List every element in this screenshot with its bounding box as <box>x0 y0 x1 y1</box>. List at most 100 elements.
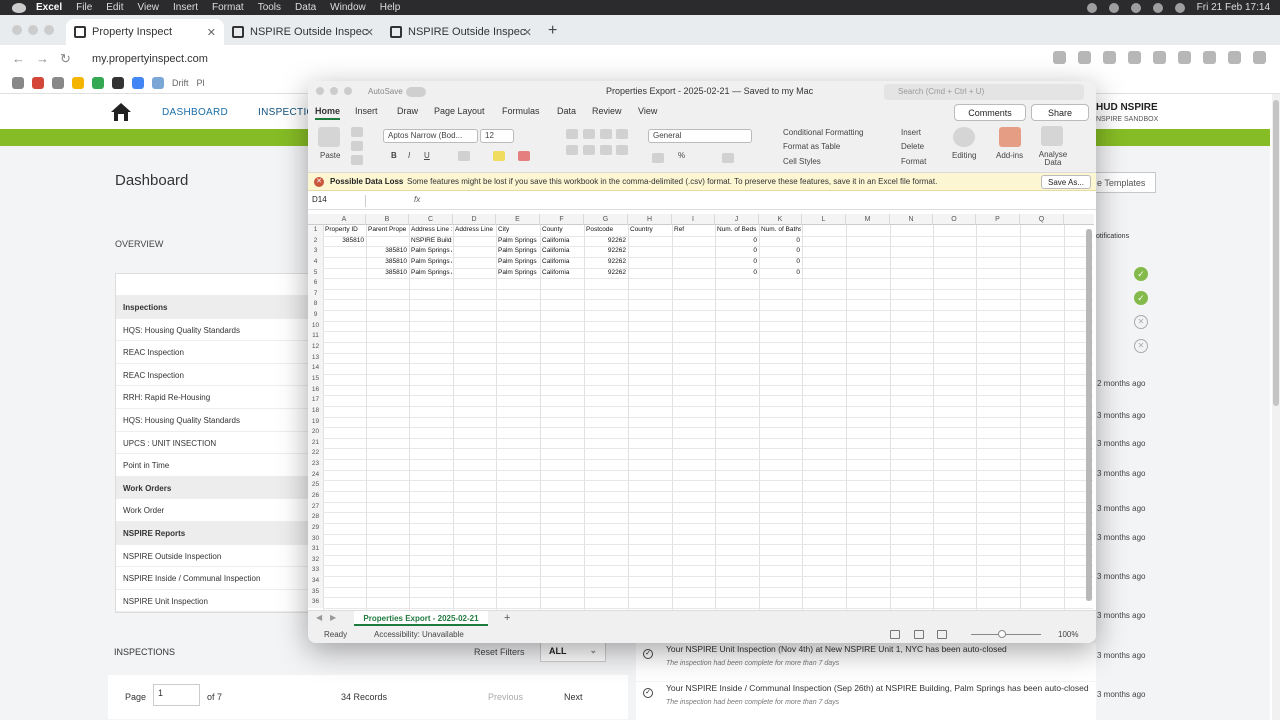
row-header[interactable]: 30 <box>308 533 323 545</box>
scroll-thumb[interactable] <box>1086 229 1092 601</box>
row-header[interactable]: 17 <box>308 395 323 406</box>
cell-styles-button[interactable]: Cell Styles <box>783 157 821 166</box>
font-color-icon[interactable] <box>518 151 530 161</box>
font-select[interactable]: Aptos Narrow (Bod... <box>383 129 478 143</box>
bookmark-drift[interactable]: Drift <box>172 78 189 88</box>
page-scrollbar[interactable] <box>1272 94 1280 720</box>
column-header[interactable]: E <box>496 214 540 225</box>
cell[interactable]: 0 <box>716 246 758 257</box>
row-header[interactable]: 19 <box>308 416 323 428</box>
align-left-icon[interactable] <box>566 145 578 155</box>
row-header[interactable]: 24 <box>308 469 323 481</box>
menu-item[interactable]: RRH: Rapid Re-Housing <box>116 386 314 409</box>
menu-app-name[interactable]: Excel <box>36 2 62 13</box>
row-header[interactable]: 13 <box>308 352 323 364</box>
row-header[interactable]: 36 <box>308 597 323 609</box>
cell[interactable]: 92262 <box>585 268 627 279</box>
column-header[interactable]: D <box>453 214 496 225</box>
cell[interactable]: California <box>541 246 583 257</box>
delete-cells-button[interactable]: Delete <box>901 142 924 151</box>
format-as-table-button[interactable]: Format as Table <box>783 142 840 151</box>
row-header[interactable]: 6 <box>308 278 323 289</box>
underline-button[interactable]: U <box>424 151 430 160</box>
nav-inspections[interactable]: INSPECTIO <box>258 107 315 118</box>
column-header[interactable]: H <box>628 214 672 225</box>
star-icon[interactable] <box>1078 51 1091 64</box>
cell[interactable]: 385810 <box>367 268 408 279</box>
cell[interactable]: 385810 <box>367 257 408 268</box>
apps-icon[interactable] <box>12 76 24 89</box>
align-right-icon[interactable] <box>600 145 612 155</box>
cell[interactable]: Property ID <box>324 225 365 236</box>
row-header[interactable]: 10 <box>308 320 323 332</box>
install-icon[interactable] <box>1053 51 1066 64</box>
row-header[interactable]: 11 <box>308 331 323 343</box>
cell[interactable]: County <box>541 225 583 236</box>
minimize-window-button[interactable] <box>28 25 38 35</box>
row-header[interactable]: 16 <box>308 384 323 396</box>
cell[interactable]: 0 <box>716 268 758 279</box>
scroll-thumb[interactable] <box>1273 100 1279 406</box>
bookmark-icon[interactable] <box>72 76 84 89</box>
row-header[interactable]: 32 <box>308 554 323 566</box>
browser-tab[interactable]: NSPIRE Outside Inspection fo ✕ <box>382 19 540 45</box>
format-cells-button[interactable]: Format <box>901 157 926 166</box>
close-window-button[interactable] <box>12 25 22 35</box>
menu-insert[interactable]: Insert <box>173 2 198 13</box>
extension-icon[interactable] <box>1178 51 1191 64</box>
worksheet-grid[interactable]: ABCDEFGHIJKLMNOPQ 1 2 3 4 5 6 7 8 9 10 11 12 13 14 15 1… <box>308 210 1096 610</box>
column-header[interactable]: I <box>672 214 715 225</box>
font-size-select[interactable]: 12 <box>480 129 514 143</box>
cell[interactable]: 0 <box>760 257 801 268</box>
menu-help[interactable]: Help <box>380 2 401 13</box>
next-button[interactable]: Next <box>564 692 583 702</box>
name-box[interactable]: D14 <box>312 195 366 207</box>
row-header[interactable]: 20 <box>308 427 323 438</box>
format-painter-icon[interactable] <box>351 155 363 165</box>
cell[interactable]: California <box>541 268 583 279</box>
align-center-icon[interactable] <box>583 145 595 155</box>
tab-home[interactable]: Home <box>315 106 341 120</box>
status-icon[interactable] <box>1108 2 1119 13</box>
cell[interactable]: 385810 <box>324 236 365 247</box>
wrap-text-icon[interactable] <box>616 129 628 139</box>
menu-tools[interactable]: Tools <box>258 2 281 13</box>
avatar[interactable] <box>1228 51 1241 64</box>
zoom-slider-knob[interactable] <box>998 630 1006 638</box>
cell[interactable]: Palm Springs <box>497 246 539 257</box>
cell[interactable]: Palm Springs <box>497 268 539 279</box>
row-header[interactable]: 35 <box>308 586 323 598</box>
cell[interactable]: Num. of Baths <box>760 225 801 236</box>
notification-item[interactable]: ✓ Your NSPIRE Inside / Communal Inspecti… <box>636 682 1096 720</box>
close-icon[interactable]: ✕ <box>1134 315 1148 329</box>
add-sheet-button[interactable]: + <box>504 612 510 624</box>
next-sheet-icon[interactable]: ▶ <box>330 613 336 622</box>
currency-icon[interactable] <box>652 153 664 163</box>
fill-color-icon[interactable] <box>493 151 505 161</box>
row-header[interactable]: 25 <box>308 480 323 491</box>
menu-item[interactable]: REAC Inspection <box>116 364 314 387</box>
menu-item[interactable]: Point in Time <box>116 454 314 477</box>
cell[interactable]: Palm Springs Apartment 4 <box>410 246 452 257</box>
wifi-icon[interactable] <box>1152 2 1163 13</box>
close-icon[interactable]: ✕ <box>1134 339 1148 353</box>
cell[interactable]: Country <box>629 225 671 236</box>
cell[interactable]: Parent Prope <box>367 225 408 236</box>
prev-sheet-icon[interactable]: ◀ <box>316 613 322 622</box>
row-header[interactable]: 1 <box>308 225 323 236</box>
cell[interactable]: Address Line 1 <box>410 225 452 236</box>
page-layout-view-icon[interactable] <box>914 630 924 639</box>
comments-button[interactable]: Comments <box>954 104 1026 121</box>
bookmark-icon[interactable] <box>132 76 144 89</box>
tab-insert[interactable]: Insert <box>355 106 378 116</box>
column-header[interactable]: Q <box>1020 214 1064 225</box>
cut-icon[interactable] <box>351 127 363 137</box>
align-top-icon[interactable] <box>566 129 578 139</box>
reset-filters-link[interactable]: Reset Filters <box>474 647 525 657</box>
row-header[interactable]: 14 <box>308 363 323 374</box>
cell[interactable]: Palm Springs Apartment 6 <box>410 268 452 279</box>
check-icon[interactable]: ✓ <box>1134 291 1148 305</box>
page-break-view-icon[interactable] <box>937 630 947 639</box>
close-icon[interactable]: ✕ <box>523 26 532 39</box>
cell[interactable]: 92262 <box>585 257 627 268</box>
